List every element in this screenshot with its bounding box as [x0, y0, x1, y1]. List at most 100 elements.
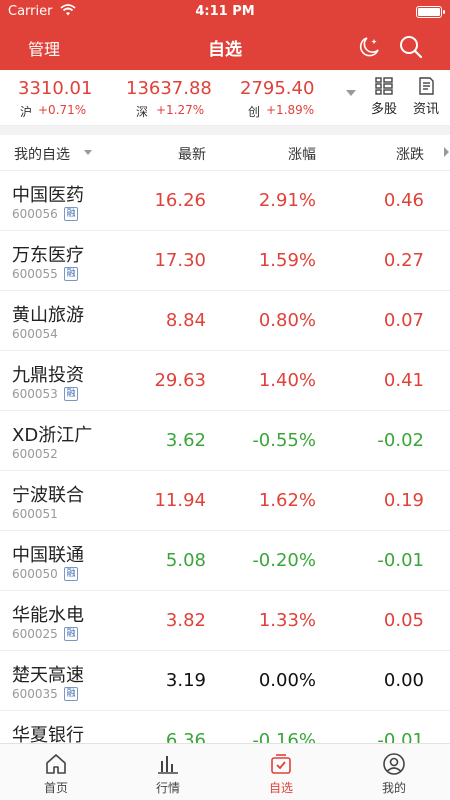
table-row[interactable]: 楚天高速 600035 融 3.19 0.00% 0.00 — [0, 651, 450, 711]
table-row[interactable]: XD浙江广 600052 3.62 -0.55% -0.02 — [0, 411, 450, 471]
index-value: 13637.88 — [126, 78, 212, 99]
stock-change: 0.46 — [383, 190, 424, 211]
market-icon — [158, 756, 178, 774]
table-row[interactable]: 中国联通 600050 融 5.08 -0.20% -0.01 — [0, 531, 450, 591]
multi-stock-icon — [375, 77, 393, 95]
stock-name: 华能水电 — [12, 605, 84, 626]
stock-change-pct: -0.16% — [252, 730, 316, 743]
index-value: 2795.40 — [240, 78, 315, 99]
stock-price: 6.36 — [165, 730, 206, 743]
stock-price: 5.08 — [165, 550, 206, 571]
index-change: +0.71% — [38, 103, 87, 117]
stock-change-pct: -0.20% — [252, 550, 316, 571]
index-label: 创 — [248, 105, 261, 119]
stock-change: -0.02 — [377, 430, 424, 451]
header-change[interactable]: 涨跌 — [396, 144, 424, 164]
index-value: 3310.01 — [18, 78, 93, 99]
table-row[interactable]: 中国医药 600056 融 16.26 2.91% 0.46 — [0, 171, 450, 231]
multi-stock-button[interactable]: 多股 — [364, 76, 404, 120]
table-row[interactable]: 万东医疗 600055 融 17.30 1.59% 0.27 — [0, 231, 450, 291]
stock-price: 3.19 — [165, 670, 206, 691]
index-strip: 3310.01 沪 +0.71% 13637.88 深 +1.27% 2795.… — [0, 70, 450, 126]
margin-tag-badge: 融 — [64, 267, 78, 281]
stock-change: 0.27 — [383, 250, 424, 271]
stock-change: -0.01 — [377, 730, 424, 743]
stock-name: 楚天高速 — [12, 665, 84, 686]
home-icon — [46, 754, 66, 774]
battery-icon — [416, 6, 445, 18]
sort-caret-icon[interactable] — [84, 150, 92, 155]
table-row[interactable]: 华能水电 600025 融 3.82 1.33% 0.05 — [0, 591, 450, 651]
stock-price: 3.82 — [165, 610, 206, 631]
stock-change: 0.00 — [383, 670, 424, 691]
table-row[interactable]: 九鼎投资 600053 融 29.63 1.40% 0.41 — [0, 351, 450, 411]
stock-change-pct: 0.80% — [258, 310, 316, 331]
tab-label: 行情 — [155, 781, 180, 795]
stock-change: 0.05 — [383, 610, 424, 631]
index-label: 沪 — [20, 105, 33, 119]
stock-change-pct: 2.91% — [258, 190, 316, 211]
stock-price: 16.26 — [154, 190, 206, 211]
stock-code: 600053 — [12, 387, 58, 401]
navbar: 管理 自选 — [0, 24, 450, 70]
stock-change: 0.19 — [383, 490, 424, 511]
tab-watchlist[interactable]: 自选 — [225, 744, 337, 800]
news-icon — [419, 77, 434, 95]
stock-code: 600025 — [12, 627, 58, 641]
stock-code: 600056 — [12, 207, 58, 221]
stock-list: 中国医药 600056 融 16.26 2.91% 0.46 万东医疗 600055 融 17.3… — [0, 171, 450, 743]
tab-label: 自选 — [268, 781, 293, 795]
stock-price: 29.63 — [154, 370, 206, 391]
header-latest[interactable]: 最新 — [178, 144, 206, 164]
expand-caret-icon[interactable] — [346, 90, 356, 96]
stock-code: 600055 — [12, 267, 58, 281]
table-row[interactable]: 华夏银行600015融6.36-0.16%-0.01 — [0, 711, 450, 743]
night-mode-icon[interactable] — [356, 34, 382, 60]
stock-price: 11.94 — [154, 490, 206, 511]
stock-change: -0.01 — [377, 550, 424, 571]
stock-price: 3.62 — [165, 430, 206, 451]
margin-tag-badge: 融 — [64, 567, 78, 581]
stock-change: 0.41 — [383, 370, 424, 391]
profile-icon — [383, 753, 405, 775]
margin-tag-badge: 融 — [64, 627, 78, 641]
margin-tag-badge: 融 — [64, 687, 78, 701]
tab-label: 我的 — [381, 781, 406, 795]
tab-profile[interactable]: 我的 — [338, 744, 450, 800]
multi-stock-label: 多股 — [370, 102, 397, 117]
stock-change-pct: 1.40% — [258, 370, 316, 391]
stock-name: 华夏银行 — [12, 725, 84, 743]
search-icon[interactable] — [398, 34, 424, 60]
index-change: +1.89% — [266, 103, 315, 117]
more-columns-icon[interactable] — [444, 147, 449, 157]
stock-name: 中国联通 — [12, 545, 84, 566]
watchlist-icon — [271, 754, 291, 774]
stock-name: 九鼎投资 — [12, 365, 84, 386]
stock-code: 600052 — [12, 447, 58, 461]
section-divider — [0, 126, 450, 135]
tab-label: 首页 — [43, 781, 68, 795]
header-change-pct[interactable]: 涨幅 — [288, 144, 316, 164]
header-watchlist[interactable]: 我的自选 — [14, 144, 70, 164]
tab-market[interactable]: 行情 — [112, 744, 224, 800]
stock-code: 600035 — [12, 687, 58, 701]
stock-name: XD浙江广 — [12, 425, 93, 446]
stock-change-pct: 1.62% — [258, 490, 316, 511]
header: Carrier 4:11 PM 管理 自选 — [0, 0, 450, 70]
index-label: 深 — [136, 105, 149, 119]
stock-name: 中国医药 — [12, 185, 84, 206]
page-title: 自选 — [208, 40, 242, 60]
stock-change-pct: 1.33% — [258, 610, 316, 631]
status-time: 4:11 PM — [195, 4, 255, 19]
news-button[interactable]: 资讯 — [406, 76, 446, 120]
table-row[interactable]: 黄山旅游 600054 8.84 0.80% 0.07 — [0, 291, 450, 351]
table-row[interactable]: 宁波联合 600051 11.94 1.62% 0.19 — [0, 471, 450, 531]
stock-code: 600054 — [12, 327, 58, 341]
tab-home[interactable]: 首页 — [0, 744, 112, 800]
stock-code: 600050 — [12, 567, 58, 581]
stock-change: 0.07 — [383, 310, 424, 331]
index-change: +1.27% — [156, 103, 205, 117]
table-header: 我的自选 最新 涨幅 涨跌 — [0, 135, 450, 171]
stock-change-pct: 0.00% — [258, 670, 316, 691]
tab-bar: 首页 行情 自选 我的 — [0, 743, 450, 800]
